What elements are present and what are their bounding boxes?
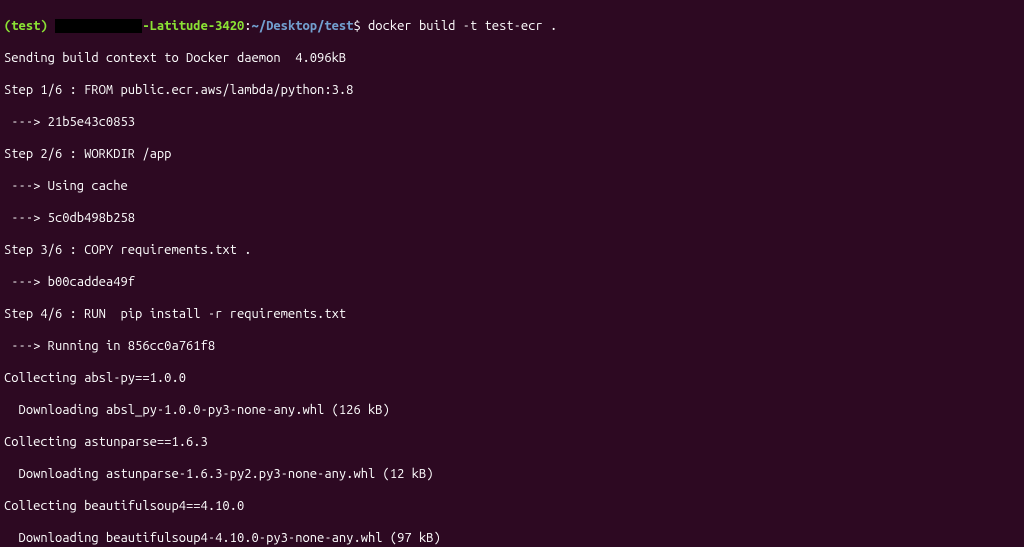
- output-line: ---> 21b5e43c0853: [4, 114, 1020, 130]
- prompt-path: ~/Desktop/test: [252, 19, 354, 33]
- prompt-line: (test) -Latitude-3420:~/Desktop/test$ do…: [4, 18, 1020, 34]
- terminal-window[interactable]: (test) -Latitude-3420:~/Desktop/test$ do…: [0, 0, 1024, 547]
- prompt-host: -Latitude-3420: [142, 19, 244, 33]
- output-line: Downloading absl_py-1.0.0-py3-none-any.w…: [4, 402, 1020, 418]
- output-line: Sending build context to Docker daemon 4…: [4, 50, 1020, 66]
- output-line: Step 3/6 : COPY requirements.txt .: [4, 242, 1020, 258]
- output-line: Collecting beautifulsoup4==4.10.0: [4, 498, 1020, 514]
- command-text: docker build -t test-ecr .: [368, 19, 557, 33]
- output-line: Step 4/6 : RUN pip install -r requiremen…: [4, 306, 1020, 322]
- prompt-dollar: $: [353, 19, 368, 33]
- output-line: ---> 5c0db498b258: [4, 210, 1020, 226]
- output-line: Step 1/6 : FROM public.ecr.aws/lambda/py…: [4, 82, 1020, 98]
- output-line: Step 2/6 : WORKDIR /app: [4, 146, 1020, 162]
- prompt-colon: :: [244, 19, 251, 33]
- output-line: ---> b00caddea49f: [4, 274, 1020, 290]
- output-line: Downloading beautifulsoup4-4.10.0-py3-no…: [4, 530, 1020, 546]
- prompt-hidden-user: [55, 19, 142, 33]
- output-line: Collecting astunparse==1.6.3: [4, 434, 1020, 450]
- output-line: Collecting absl-py==1.0.0: [4, 370, 1020, 386]
- output-line: ---> Running in 856cc0a761f8: [4, 338, 1020, 354]
- prompt-env: (test): [4, 19, 55, 33]
- output-line: ---> Using cache: [4, 178, 1020, 194]
- output-line: Downloading astunparse-1.6.3-py2.py3-non…: [4, 466, 1020, 482]
